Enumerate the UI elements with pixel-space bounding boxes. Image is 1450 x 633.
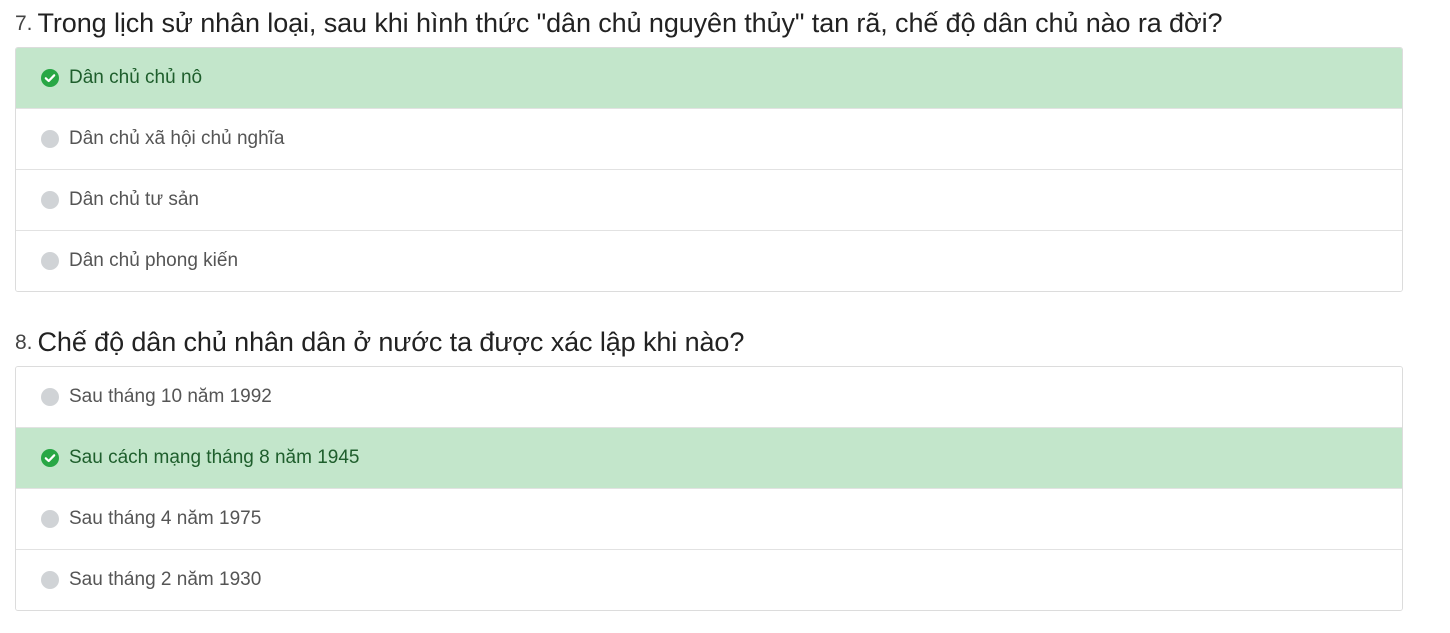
answer-label: Sau cách mạng tháng 8 năm 1945 (69, 447, 360, 468)
answer-options: Sau tháng 10 năm 1992 Sau cách mạng thán… (15, 366, 1403, 611)
question-title: 7. Trong lịch sử nhân loại, sau khi hình… (15, 0, 1403, 47)
answer-label: Dân chủ chủ nô (69, 67, 203, 88)
question-7: 7. Trong lịch sử nhân loại, sau khi hình… (15, 0, 1403, 292)
answer-options: Dân chủ chủ nô Dân chủ xã hội chủ nghĩa … (15, 47, 1403, 292)
question-text: Chế độ dân chủ nhân dân ở nước ta được x… (37, 327, 745, 357)
answer-option[interactable]: Dân chủ xã hội chủ nghĩa (16, 108, 1402, 169)
radio-icon (41, 510, 59, 528)
answer-option[interactable]: Dân chủ tư sản (16, 169, 1402, 230)
answer-label: Dân chủ tư sản (69, 189, 199, 210)
answer-option[interactable]: Sau tháng 2 năm 1930 (16, 549, 1402, 610)
radio-icon (41, 130, 59, 148)
radio-icon (41, 388, 59, 406)
check-circle-icon (41, 449, 59, 467)
question-number: 7. (15, 11, 33, 35)
question-number: 8. (15, 330, 33, 354)
radio-icon (41, 252, 59, 270)
answer-option-correct[interactable]: Sau cách mạng tháng 8 năm 1945 (16, 427, 1402, 488)
question-text: Trong lịch sử nhân loại, sau khi hình th… (37, 8, 1223, 38)
answer-option[interactable]: Sau tháng 4 năm 1975 (16, 488, 1402, 549)
answer-label: Dân chủ xã hội chủ nghĩa (69, 128, 285, 149)
answer-label: Dân chủ phong kiến (69, 250, 239, 271)
question-title: 8. Chế độ dân chủ nhân dân ở nước ta đượ… (15, 319, 1403, 366)
radio-icon (41, 571, 59, 589)
radio-icon (41, 191, 59, 209)
quiz-page: 7. Trong lịch sử nhân loại, sau khi hình… (0, 0, 1450, 633)
check-circle-icon (41, 69, 59, 87)
answer-option[interactable]: Dân chủ phong kiến (16, 230, 1402, 291)
question-8: 8. Chế độ dân chủ nhân dân ở nước ta đượ… (15, 319, 1403, 611)
answer-label: Sau tháng 2 năm 1930 (69, 569, 262, 590)
answer-label: Sau tháng 10 năm 1992 (69, 386, 272, 407)
answer-label: Sau tháng 4 năm 1975 (69, 508, 262, 529)
answer-option[interactable]: Sau tháng 10 năm 1992 (16, 367, 1402, 427)
answer-option-correct[interactable]: Dân chủ chủ nô (16, 48, 1402, 108)
